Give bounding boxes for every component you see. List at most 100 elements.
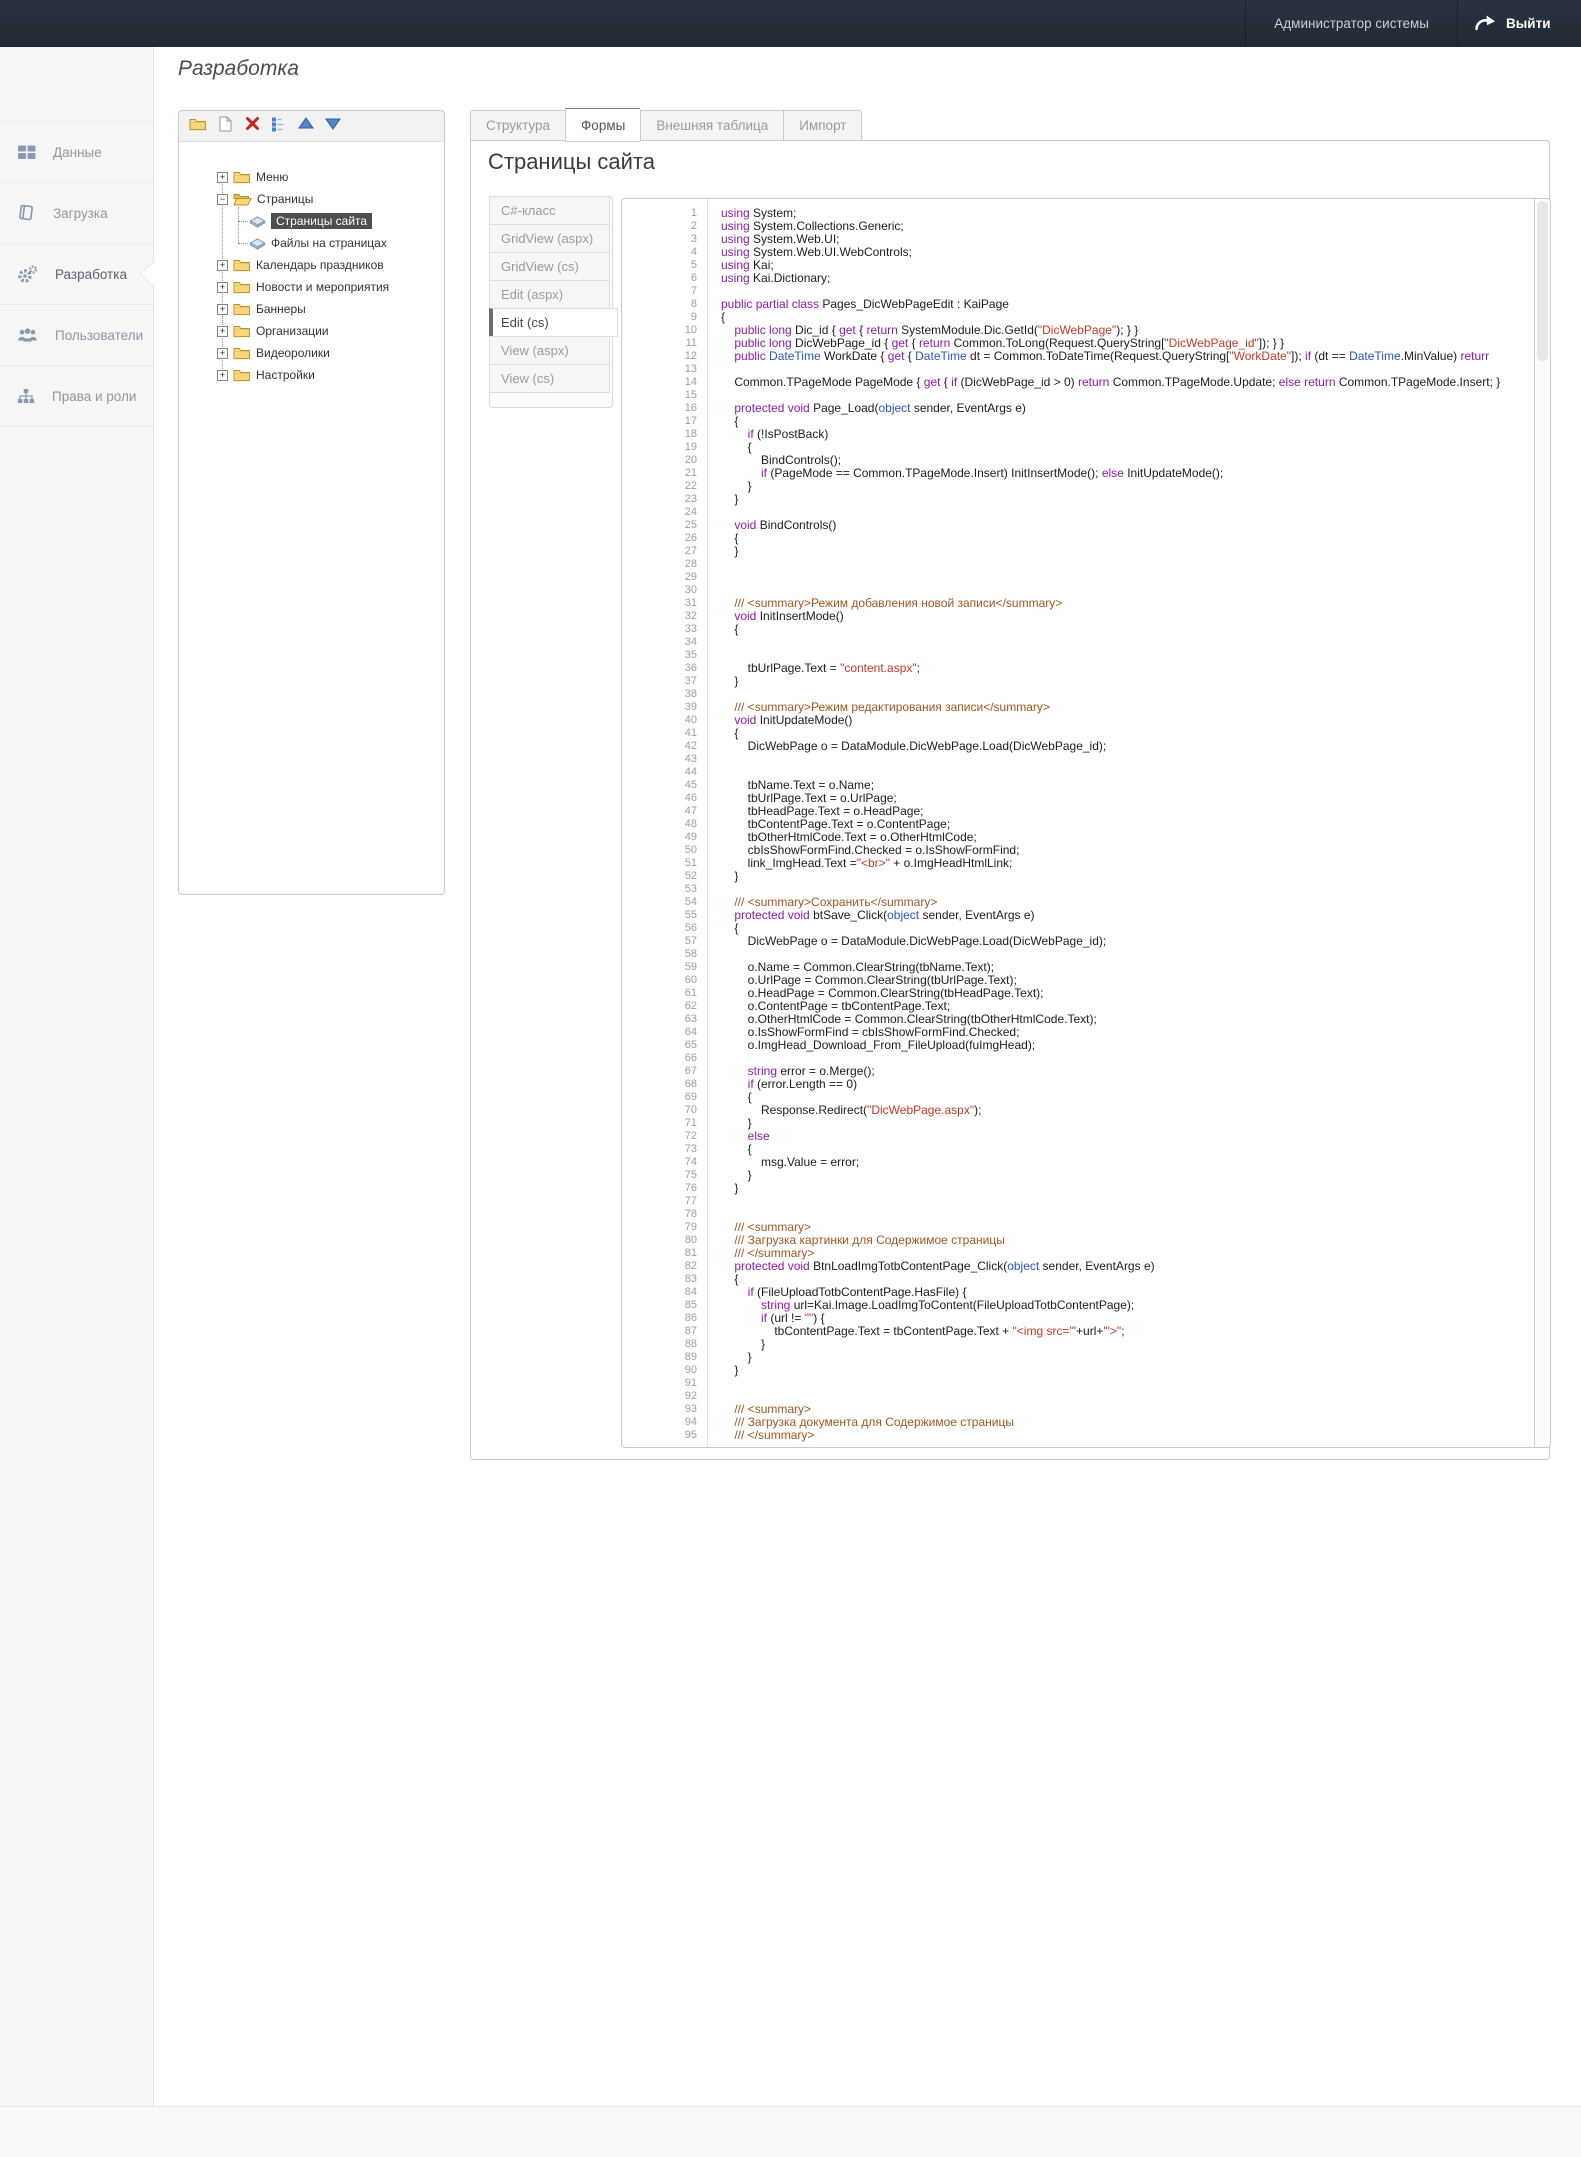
code-line: } xyxy=(721,1351,1534,1364)
expand-expander-icon[interactable]: + xyxy=(217,172,228,183)
code-editor[interactable]: 1234567891011121314151617181920212223242… xyxy=(621,198,1551,1448)
delete-button[interactable] xyxy=(242,116,262,136)
vtab-edit-cs[interactable]: Edit (cs) xyxy=(489,308,618,337)
tree-properties-button[interactable] xyxy=(269,116,289,136)
line-number: 7 xyxy=(622,285,697,298)
sidebar-item-development[interactable]: Разработка xyxy=(0,244,153,305)
line-number: 25 xyxy=(622,519,697,532)
book-leaf-icon xyxy=(249,236,266,251)
line-number: 91 xyxy=(622,1377,697,1390)
expand-expander-icon[interactable]: + xyxy=(217,260,228,271)
line-number: 62 xyxy=(622,1000,697,1013)
line-number: 84 xyxy=(622,1286,697,1299)
line-number: 72 xyxy=(622,1130,697,1143)
main-panel: Страницы сайта C#-классGridView (aspx)Gr… xyxy=(470,140,1550,1460)
tab-structure[interactable]: Структура xyxy=(470,110,565,141)
tree-node-holiday-calendar: + Календарь праздников xyxy=(217,254,436,276)
vtab-edit-aspx[interactable]: Edit (aspx) xyxy=(489,280,610,309)
vtab-gridview-aspx[interactable]: GridView (aspx) xyxy=(489,224,610,253)
line-number: 55 xyxy=(622,909,697,922)
line-number: 22 xyxy=(622,480,697,493)
vertical-scrollbar[interactable] xyxy=(1534,199,1550,1447)
expand-expander-icon[interactable]: + xyxy=(217,304,228,315)
footer-strip xyxy=(0,2106,1581,2157)
code-line xyxy=(721,571,1534,584)
line-number: 67 xyxy=(622,1065,697,1078)
vtab-gridview-cs[interactable]: GridView (cs) xyxy=(489,252,610,281)
add-folder-button[interactable] xyxy=(188,116,208,136)
code-line: void BindControls() xyxy=(721,519,1534,532)
code-line: using Kai.Dictionary; xyxy=(721,272,1534,285)
tab-forms[interactable]: Формы xyxy=(565,108,640,142)
expand-expander-icon[interactable]: + xyxy=(217,282,228,293)
line-number: 6 xyxy=(622,272,697,285)
sidebar-item-upload[interactable]: Загрузка xyxy=(0,183,153,244)
code-line: else xyxy=(721,1130,1534,1143)
logout-button[interactable]: Выйти xyxy=(1459,0,1581,47)
tree-node-label[interactable]: Страницы xyxy=(257,192,313,206)
line-number: 82 xyxy=(622,1260,697,1273)
tree-node-label[interactable]: Баннеры xyxy=(256,302,306,316)
tree-node-label[interactable]: Видеоролики xyxy=(256,346,330,360)
user-menu[interactable]: Администратор системы xyxy=(1245,0,1458,47)
code-line: using System.Collections.Generic; xyxy=(721,220,1534,233)
line-number: 23 xyxy=(622,493,697,506)
line-number: 88 xyxy=(622,1338,697,1351)
tree-node-label[interactable]: Организации xyxy=(256,324,329,338)
tree-node-label[interactable]: Меню xyxy=(256,170,288,184)
tree-node-videos: + Видеоролики xyxy=(217,342,436,364)
code-line: } xyxy=(721,675,1534,688)
expand-expander-icon[interactable]: + xyxy=(217,348,228,359)
line-number: 24 xyxy=(622,506,697,519)
vtab-csharp-class[interactable]: C#-класс xyxy=(489,196,610,225)
line-number: 60 xyxy=(622,974,697,987)
tree-node-site-pages: Страницы сайта xyxy=(233,210,436,232)
tree-node-page-files: Файлы на страницах xyxy=(233,232,436,254)
code-line: protected void BtnLoadImgTotbContentPage… xyxy=(721,1260,1534,1273)
line-number: 81 xyxy=(622,1247,697,1260)
code-line: string url=Kai.Image.LoadImgToContent(Fi… xyxy=(721,1299,1534,1312)
code-line: { xyxy=(721,415,1534,428)
code-line xyxy=(721,558,1534,571)
sidebar-item-data[interactable]: Данные xyxy=(0,122,153,183)
expand-expander-icon[interactable]: + xyxy=(217,326,228,337)
code-line xyxy=(721,636,1534,649)
tab-import[interactable]: Импорт xyxy=(783,110,862,141)
move-down-button[interactable] xyxy=(323,116,343,136)
vtab-view-cs[interactable]: View (cs) xyxy=(489,364,610,393)
tree-panel: + Меню − Страницы Страницы сайта Файлы на стр… xyxy=(178,110,445,895)
line-number: 12 xyxy=(622,350,697,363)
line-number: 53 xyxy=(622,883,697,896)
code-line: void InitUpdateMode() xyxy=(721,714,1534,727)
code-line: DicWebPage o = DataModule.DicWebPage.Loa… xyxy=(721,740,1534,753)
sidebar-item-users[interactable]: Пользователи xyxy=(0,305,153,366)
sidebar-item-roles[interactable]: Права и роли xyxy=(0,366,153,427)
book-icon xyxy=(17,204,36,222)
expand-expander-icon[interactable]: + xyxy=(217,370,228,381)
collapse-expander-icon[interactable]: − xyxy=(217,194,228,205)
line-number: 87 xyxy=(622,1325,697,1338)
tree-node-label[interactable]: Календарь праздников xyxy=(256,258,384,272)
code-line: /// Загрузка картинки для Содержимое стр… xyxy=(721,1234,1534,1247)
tree-node-label[interactable]: Новости и мероприятия xyxy=(256,280,389,294)
add-item-button[interactable] xyxy=(215,116,235,136)
line-number: 45 xyxy=(622,779,697,792)
top-bar: Администратор системы Выйти xyxy=(0,0,1581,47)
vtab-view-aspx[interactable]: View (aspx) xyxy=(489,336,610,365)
tree-node-label[interactable]: Страницы сайта xyxy=(271,213,372,229)
move-up-button[interactable] xyxy=(296,116,316,136)
folder-icon xyxy=(233,346,251,360)
tree-node-label[interactable]: Файлы на страницах xyxy=(271,236,387,250)
line-number: 69 xyxy=(622,1091,697,1104)
tree-node-banners: + Баннеры xyxy=(217,298,436,320)
code-line: Response.Redirect("DicWebPage.aspx"); xyxy=(721,1104,1534,1117)
sidebar: ДанныеЗагрузкаРазработкаПользователиПрав… xyxy=(0,47,154,2106)
line-number: 46 xyxy=(622,792,697,805)
tab-external-table[interactable]: Внешняя таблица xyxy=(640,110,783,141)
code-line: } xyxy=(721,493,1534,506)
code-line: /// Загрузка документа для Содержимое ст… xyxy=(721,1416,1534,1429)
line-number: 85 xyxy=(622,1299,697,1312)
scrollbar-thumb[interactable] xyxy=(1537,201,1548,361)
tree-node-label[interactable]: Настройки xyxy=(256,368,315,382)
line-number: 39 xyxy=(622,701,697,714)
